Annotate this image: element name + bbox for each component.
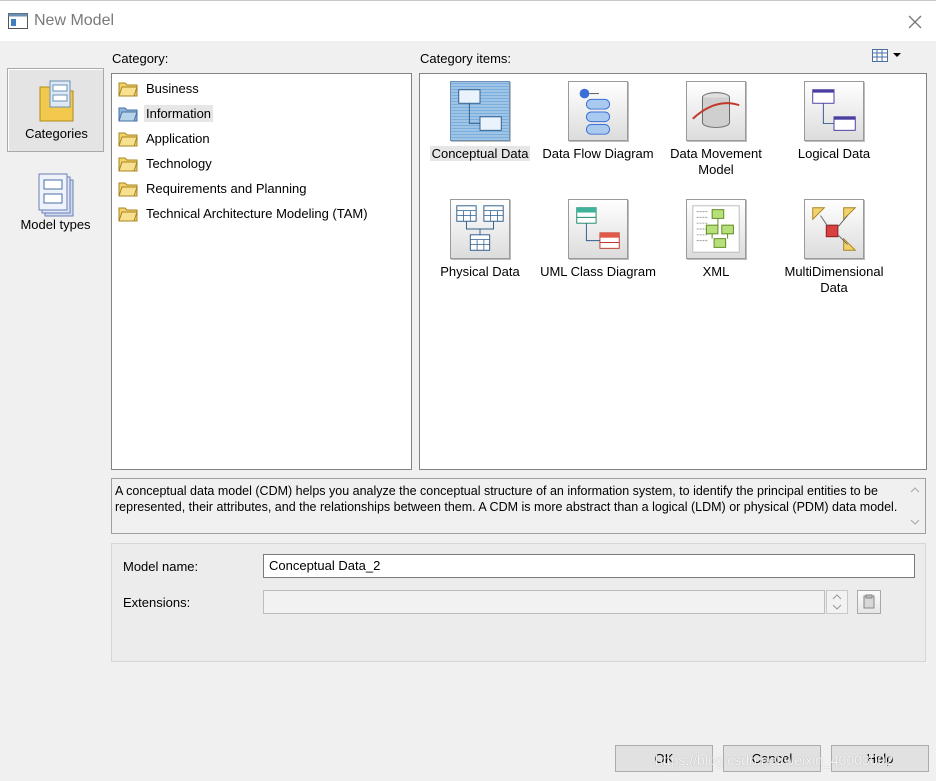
- item-physical-data[interactable]: Physical Data: [421, 199, 539, 289]
- category-item[interactable]: Business: [118, 77, 201, 99]
- item-label: XML: [702, 264, 730, 279]
- category-item[interactable]: Information: [118, 102, 214, 124]
- folder-icon: [118, 132, 138, 147]
- extensions-spinner[interactable]: [826, 590, 848, 614]
- item-conceptual-data[interactable]: Conceptual Data: [421, 81, 539, 171]
- model-name-input[interactable]: Conceptual Data_2: [263, 554, 915, 578]
- uml-class-diagram-icon: [568, 199, 628, 259]
- category-items-header: Category items:: [420, 51, 512, 66]
- category-item[interactable]: Application: [118, 127, 212, 149]
- category-label: Business: [146, 80, 199, 96]
- item-label: Conceptual Data: [429, 146, 531, 161]
- item-label: Data Flow Diagram: [542, 146, 654, 161]
- title-bar: New Model: [0, 0, 936, 41]
- category-items-grid[interactable]: Conceptual Data Data Flow Diagram Data M…: [419, 73, 927, 470]
- model-name-label: Model name:: [123, 559, 199, 574]
- category-header: Category:: [112, 51, 169, 66]
- logical-data-icon: [804, 81, 864, 141]
- item-data-movement-model[interactable]: Data Movement Model: [657, 81, 775, 181]
- folder-icon: [118, 157, 138, 172]
- spin-up-icon[interactable]: [827, 591, 847, 602]
- model-description: A conceptual data model (CDM) helps you …: [111, 478, 926, 534]
- category-label: Technology: [146, 155, 212, 171]
- app-window-icon: [8, 13, 28, 29]
- description-text: A conceptual data model (CDM) helps you …: [115, 484, 898, 514]
- nav-item-categories[interactable]: Categories: [7, 68, 104, 152]
- nav-label-categories: Categories: [25, 126, 88, 141]
- item-label: MultiDimensional Data: [784, 264, 884, 295]
- category-label: Information: [144, 104, 214, 122]
- item-label: Data Movement Model: [670, 146, 762, 177]
- item-multidimensional-data[interactable]: MultiDimensional Data: [775, 199, 893, 299]
- category-item[interactable]: Technology: [118, 152, 214, 174]
- view-mode-icon[interactable]: [871, 48, 905, 64]
- categories-icon: [39, 80, 74, 122]
- spin-down-icon[interactable]: [827, 602, 847, 613]
- item-data-flow-diagram[interactable]: Data Flow Diagram: [539, 81, 657, 181]
- item-logical-data[interactable]: Logical Data: [775, 81, 893, 171]
- category-list[interactable]: Business Information Application Technol…: [111, 73, 412, 470]
- category-item[interactable]: Requirements and Planning: [118, 177, 308, 199]
- nav-label-model-types: Model types: [20, 217, 91, 232]
- browse-icon: [863, 594, 875, 609]
- close-icon[interactable]: [904, 11, 926, 33]
- multidimensional-data-icon: [804, 199, 864, 259]
- item-uml-class-diagram[interactable]: UML Class Diagram: [539, 199, 657, 299]
- extensions-browse-button[interactable]: [857, 590, 881, 614]
- category-label: Application: [146, 130, 210, 146]
- item-xml[interactable]: XML: [657, 199, 775, 289]
- scroll-up-icon[interactable]: [909, 485, 921, 495]
- physical-data-icon: [450, 199, 510, 259]
- data-flow-diagram-icon: [568, 81, 628, 141]
- folder-icon: [118, 207, 138, 222]
- window-title: New Model: [34, 12, 115, 29]
- scroll-down-icon[interactable]: [909, 517, 921, 527]
- folder-icon: [118, 82, 138, 97]
- category-item[interactable]: Technical Architecture Modeling (TAM): [118, 202, 370, 224]
- nav-item-model-types[interactable]: Model types: [7, 164, 104, 242]
- folder-icon: [118, 182, 138, 197]
- xml-icon: [686, 199, 746, 259]
- extensions-field[interactable]: [263, 590, 825, 614]
- category-label: Technical Architecture Modeling (TAM): [146, 205, 368, 221]
- item-label: Logical Data: [797, 146, 871, 161]
- folder-icon: [118, 107, 138, 122]
- extensions-label: Extensions:: [123, 595, 191, 610]
- watermark: https://blog.csdn.net/weixin_40003002: [655, 752, 894, 768]
- data-movement-model-icon: [686, 81, 746, 141]
- description-scrollbar[interactable]: [909, 483, 921, 529]
- item-label: UML Class Diagram: [540, 264, 656, 279]
- category-label: Requirements and Planning: [146, 180, 307, 196]
- model-types-icon: [38, 173, 74, 217]
- conceptual-data-icon: [450, 81, 510, 141]
- item-label: Physical Data: [440, 264, 520, 279]
